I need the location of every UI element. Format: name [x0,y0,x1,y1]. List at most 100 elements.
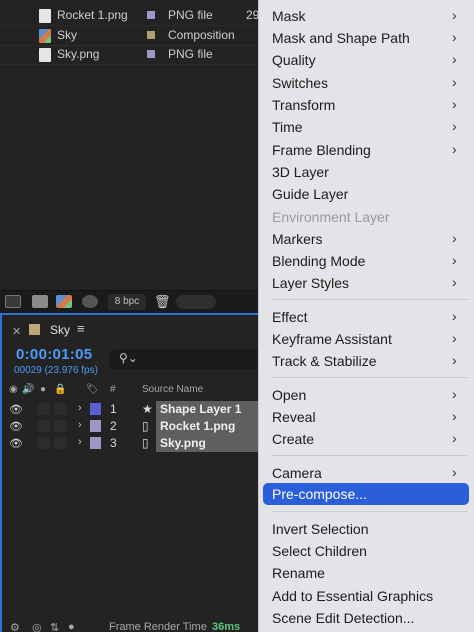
bit-depth-button[interactable]: 8 bpc [108,294,146,310]
label-color-swatch[interactable] [147,11,155,19]
png-file-icon [39,48,51,62]
menu-item-label: Track & Stabilize [272,353,377,369]
menu-item-open[interactable]: Open › [259,384,474,406]
thumbnail-size-slider[interactable] [176,295,216,309]
timeline-layer-row[interactable]: 👁 › 2 ▯ Rocket 1.png [2,418,264,435]
chevron-right-icon: › [452,51,457,67]
menu-item-label: Layer Styles [272,275,350,291]
label-color-swatch[interactable] [90,437,101,449]
project-panel: Rocket 1.png PNG file 29 Sky Composition… [0,0,262,290]
solo-switch[interactable] [38,437,50,449]
project-item-sky-png[interactable]: Sky.png PNG file [0,45,262,64]
menu-item-time[interactable]: Time › [259,116,474,138]
menu-item-mask-and-shape-path[interactable]: Mask and Shape Path › [259,27,474,49]
label-color-swatch[interactable] [90,420,101,432]
menu-item-effect[interactable]: Effect › [259,306,474,328]
menu-item-label: Blending Mode [272,253,366,269]
project-settings-icon[interactable] [82,295,98,308]
label-color-swatch[interactable] [90,403,101,415]
chevron-right-icon[interactable]: › [78,419,82,431]
menu-item-select-children[interactable]: Select Children [259,540,474,562]
current-time-display[interactable]: 0:00:01:05 [16,346,92,363]
menu-item-scene-edit-detection[interactable]: Scene Edit Detection... [259,607,474,629]
menu-item-quality[interactable]: Quality › [259,49,474,71]
menu-item-label: Markers [272,231,323,247]
png-file-icon: ▯ [142,436,149,450]
chevron-right-icon: › [452,274,457,290]
eye-icon[interactable]: 👁 [9,437,23,450]
menu-item-camera[interactable]: Camera › [259,462,474,484]
lock-switch[interactable] [54,437,66,449]
menu-item-track-and-stabilize[interactable]: Track & Stabilize › [259,350,474,372]
menu-item-environment-layer: Environment Layer [259,206,474,228]
menu-item-markers[interactable]: Markers › [259,228,474,250]
png-file-icon [39,9,51,23]
new-composition-icon[interactable] [56,295,72,308]
project-item-name: Sky [57,28,78,42]
layer-context-menu: Mask › Mask and Shape Path › Quality › Swit… [258,0,474,632]
timeline-layer-row[interactable]: 👁 › 3 ▯ Sky.png [2,435,264,452]
label-color-swatch[interactable] [147,50,155,58]
chevron-right-icon: › [452,7,457,23]
layer-number: 1 [110,402,117,416]
project-item-rocket[interactable]: Rocket 1.png PNG file 29 [0,6,262,25]
menu-item-transform[interactable]: Transform › [259,94,474,116]
menu-item-mask[interactable]: Mask › [259,5,474,27]
menu-item-guide-layer[interactable]: Guide Layer [259,183,474,205]
project-item-sky-comp[interactable]: Sky Composition [0,26,262,45]
timeline-tab-name[interactable]: Sky [50,323,70,337]
panel-menu-icon[interactable]: ≡ [77,321,85,336]
menu-item-frame-blending[interactable]: Frame Blending › [259,139,474,161]
timeline-layer-row[interactable]: 👁 › 1 ★ Shape Layer 1 [2,401,264,418]
chevron-right-icon[interactable]: › [78,402,82,414]
eye-icon[interactable]: 👁 [9,420,23,433]
solo-switch[interactable] [38,420,50,432]
graph-editor-icon[interactable]: ● [68,621,75,632]
source-name-header[interactable]: Source Name [142,384,203,395]
menu-item-invert-selection[interactable]: Invert Selection [259,518,474,540]
layer-name[interactable]: Rocket 1.png [156,418,264,435]
layer-name[interactable]: Sky.png [156,435,264,452]
modes-icon[interactable]: ◎ [32,621,42,632]
label-color-swatch[interactable] [147,31,155,39]
menu-item-add-to-essential-graphics[interactable]: Add to Essential Graphics [259,585,474,607]
lock-switch[interactable] [54,420,66,432]
menu-item-layer-styles[interactable]: Layer Styles › [259,272,474,294]
menu-item-pre-compose[interactable]: Pre-compose... [263,483,469,505]
layer-switches-icon[interactable]: ⚙ [10,621,20,632]
composition-icon [39,29,51,43]
trash-icon[interactable]: 🗑 [154,295,171,308]
audio-column-icon: 🔊 [22,384,35,395]
star-icon: ★ [142,402,153,416]
eye-icon[interactable]: 👁 [9,403,23,416]
menu-item-label: Pre-compose... [272,486,367,502]
lock-switch[interactable] [54,403,66,415]
project-item-name: Sky.png [57,47,100,61]
menu-item-rename[interactable]: Rename [259,562,474,584]
layer-name[interactable]: Shape Layer 1 [156,401,264,418]
interpret-footage-icon[interactable] [5,295,21,308]
layer-number-header: # [110,384,116,395]
solo-column-icon: ● [40,384,47,395]
keyframe-icon[interactable]: ⇅ [50,621,59,632]
close-tab-icon[interactable]: ✕ [12,325,21,338]
composition-icon [29,324,40,335]
solo-switch[interactable] [38,403,50,415]
menu-item-blending-mode[interactable]: Blending Mode › [259,250,474,272]
search-icon: ⚲⌄ [119,351,138,365]
chevron-right-icon: › [452,464,457,480]
menu-item-label: Invert Selection [272,521,369,537]
frame-count-display: 00029 (23.976 fps) [14,365,98,376]
menu-item-label: Create [272,431,315,447]
new-folder-icon[interactable] [32,295,48,308]
menu-item-switches[interactable]: Switches › [259,72,474,94]
menu-item-keyframe-assistant[interactable]: Keyframe Assistant › [259,328,474,350]
menu-item-3d-layer[interactable]: 3D Layer [259,161,474,183]
chevron-right-icon: › [452,29,457,45]
menu-item-label: Add to Essential Graphics [272,588,434,604]
menu-item-label: Time [272,119,303,135]
menu-item-create[interactable]: Create › [259,428,474,450]
chevron-right-icon[interactable]: › [78,436,82,448]
menu-separator [272,299,468,300]
menu-item-reveal[interactable]: Reveal › [259,406,474,428]
